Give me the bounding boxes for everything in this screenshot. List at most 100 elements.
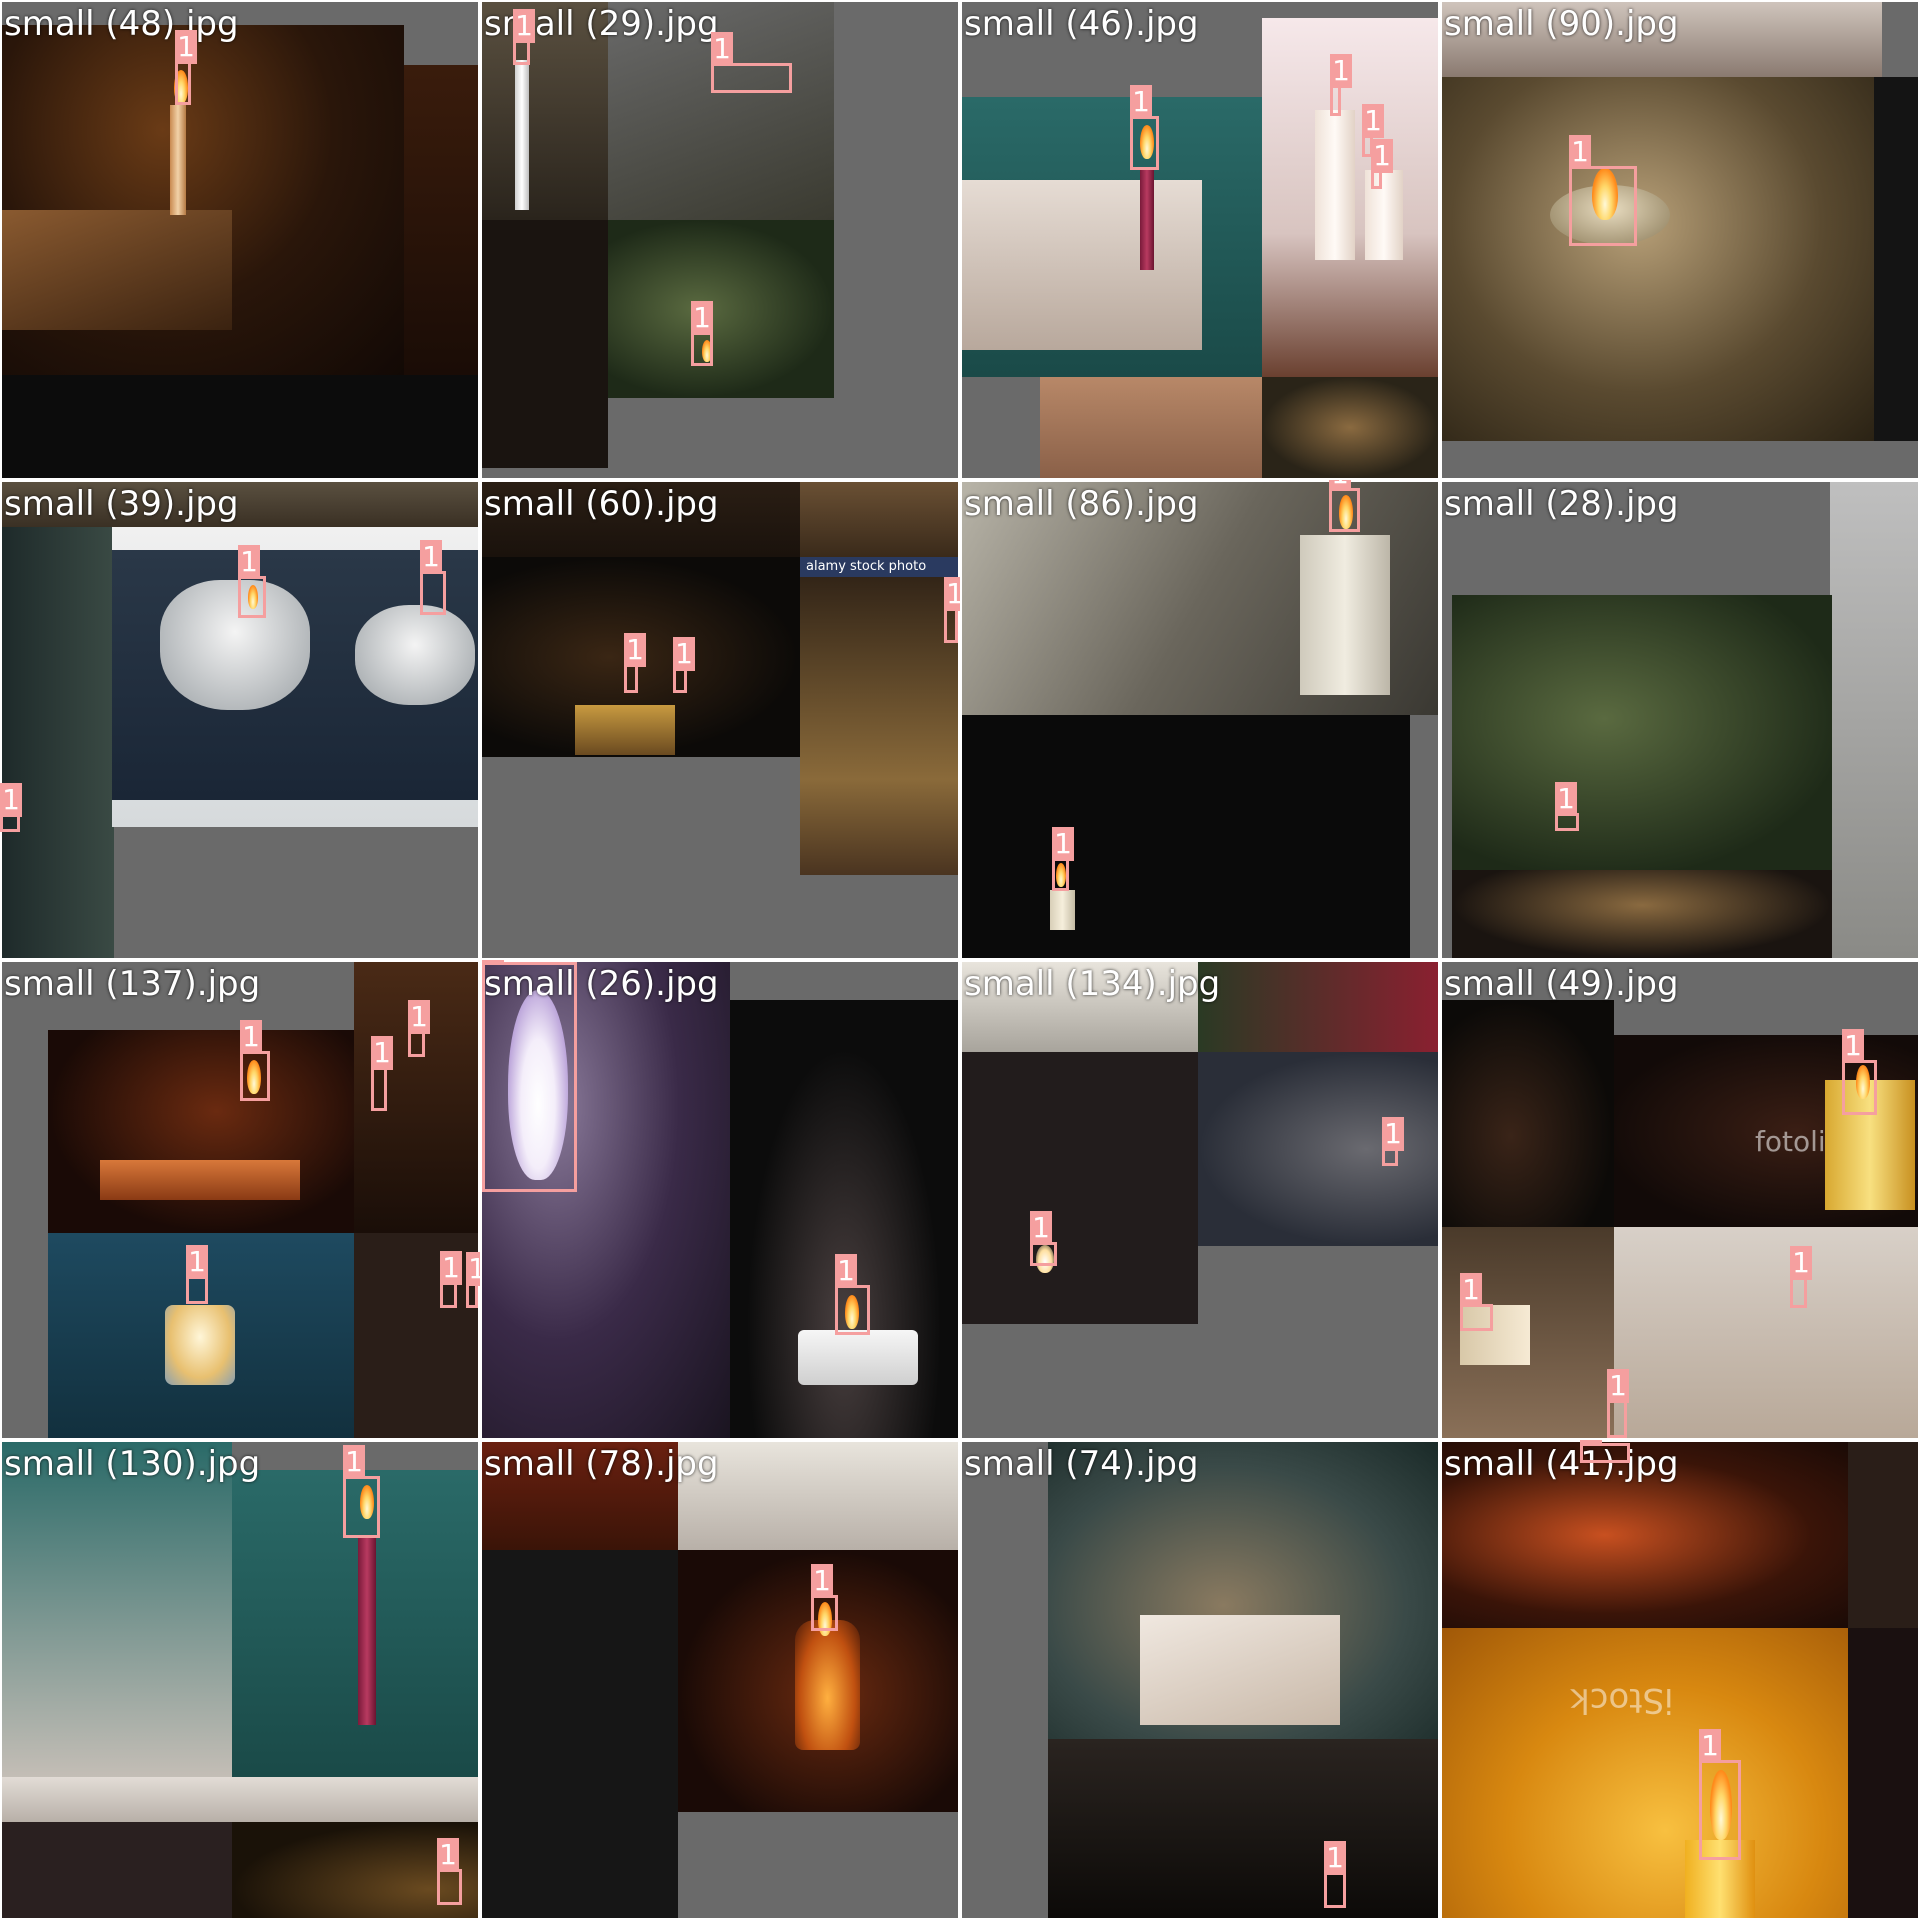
detection-box[interactable]: 1 — [1324, 1841, 1346, 1908]
detection-label: 1 — [1362, 104, 1384, 138]
detection-label: 1 — [0, 783, 22, 817]
detection-box[interactable]: 1 — [513, 9, 535, 65]
detection-box[interactable]: 1 — [691, 301, 713, 366]
detection-label: 1 — [835, 1254, 857, 1288]
detection-box[interactable]: 1 — [175, 30, 197, 105]
image-filename: small (86).jpg — [964, 484, 1199, 524]
detection-box[interactable]: 1 — [1699, 1729, 1741, 1860]
image-filename: small (49).jpg — [1444, 964, 1679, 1004]
detection-box[interactable]: 1 — [944, 577, 960, 643]
photo-tile — [1452, 595, 1832, 870]
photo-tile — [678, 1442, 958, 1550]
detection-box[interactable]: 1 — [1842, 1029, 1877, 1115]
detection-label: 1 — [711, 32, 733, 66]
photo-tile — [1442, 77, 1874, 441]
detection-label: 1 — [186, 1245, 208, 1279]
detection-box[interactable]: 1 — [1460, 1273, 1493, 1331]
mosaic-cell[interactable]: 1 1 small (134).jpg — [960, 960, 1440, 1440]
detection-box[interactable]: 1 — [1382, 1117, 1404, 1166]
detection-box[interactable]: 1 — [437, 1838, 462, 1905]
candle — [575, 705, 675, 755]
detection-label: 1 — [1790, 1246, 1812, 1280]
detection-box[interactable]: 1 — [440, 1251, 462, 1308]
detection-box[interactable]: 1 — [420, 540, 446, 615]
detection-box[interactable]: 1 — [408, 1000, 430, 1057]
detection-box[interactable]: 1 — [1052, 827, 1074, 891]
detection-label: 1 — [371, 1036, 393, 1070]
detection-label: 1 — [437, 1838, 459, 1872]
detection-box[interactable]: 1 — [1555, 782, 1579, 831]
detection-label: 1 — [1130, 85, 1152, 119]
detection-box[interactable]: 1 — [0, 783, 22, 832]
detection-label: 1 — [175, 30, 197, 64]
detection-box[interactable]: 1 — [482, 960, 577, 1192]
detection-label: 1 — [466, 1252, 480, 1286]
photo-tile — [800, 557, 958, 875]
mosaic-cell[interactable]: 1 1 small (26).jpg — [480, 960, 960, 1440]
photo-tile — [48, 1030, 354, 1233]
candle — [160, 580, 310, 710]
photo-tile — [2, 210, 232, 330]
mosaic-cell[interactable]: 1 small (48).jpg — [0, 0, 480, 480]
detection-box[interactable]: 1 — [1371, 139, 1393, 189]
detection-box[interactable]: 1 — [1569, 135, 1637, 246]
photo-tile — [1442, 1000, 1614, 1227]
mosaic-cell[interactable]: 1 small (28).jpg — [1440, 480, 1920, 960]
detection-label: 1 — [408, 1000, 430, 1034]
candle — [355, 605, 475, 705]
mosaic-cell[interactable]: 1 small (78).jpg — [480, 1440, 960, 1920]
photo-tile — [962, 180, 1202, 350]
detection-box[interactable]: 1 — [343, 1445, 380, 1538]
mosaic-cell[interactable]: 1 1 small (130).jpg — [0, 1440, 480, 1920]
detection-box[interactable]: 1 — [673, 637, 695, 693]
mosaic-cell[interactable]: 1 1 1 1 1 1 small (137).jpg — [0, 960, 480, 1440]
detection-box[interactable]: 1 — [238, 545, 266, 618]
photo-tile — [2, 1442, 232, 1787]
detection-box[interactable]: 1 — [835, 1254, 870, 1335]
photo-tile — [1040, 377, 1262, 478]
detection-label: 1 — [440, 1251, 462, 1285]
candle — [358, 1535, 376, 1725]
photo-tile — [962, 1052, 1198, 1324]
photo-tile — [1848, 1442, 1918, 1628]
detection-box[interactable]: 1 — [624, 633, 646, 693]
detection-box[interactable]: 1 — [1580, 1440, 1630, 1463]
detection-box[interactable]: 1 — [466, 1252, 480, 1308]
image-filename: small (134).jpg — [964, 964, 1221, 1004]
detection-label: 1 — [1607, 1369, 1629, 1403]
mosaic-cell[interactable]: 1 small (74).jpg — [960, 1440, 1440, 1920]
detection-box[interactable]: 1 — [1790, 1246, 1812, 1308]
mosaic-cell[interactable]: alamy stock photo 1 1 1 small (60).jpg — [480, 480, 960, 960]
photo-tile — [1614, 1227, 1918, 1438]
candle — [1300, 535, 1390, 695]
detection-label: 1 — [1580, 1440, 1602, 1446]
detection-box[interactable]: 1 — [240, 1020, 270, 1101]
mosaic-cell[interactable]: 1 1 small (86).jpg — [960, 480, 1440, 960]
detection-box[interactable]: 1 — [1607, 1369, 1629, 1438]
detection-box[interactable]: 1 — [1329, 480, 1360, 532]
image-filename: small (48).jpg — [4, 4, 239, 44]
mosaic-cell[interactable]: 1 1 1 small (29).jpg — [480, 0, 960, 480]
candle — [170, 105, 186, 215]
detection-box[interactable]: 1 — [811, 1564, 838, 1631]
detection-label: 1 — [691, 301, 713, 335]
detection-label: 1 — [343, 1445, 365, 1479]
detection-box[interactable]: 1 — [1130, 85, 1159, 170]
image-filename: small (137).jpg — [4, 964, 261, 1004]
detection-box[interactable]: 1 — [711, 32, 792, 93]
mosaic-cell[interactable]: iStock 1 1 small (41).jpg — [1440, 1440, 1920, 1920]
candle — [1050, 890, 1075, 930]
mosaic-cell[interactable]: 1 small (90).jpg — [1440, 0, 1920, 480]
image-filename: small (130).jpg — [4, 1444, 261, 1484]
detection-box[interactable]: 1 — [1330, 54, 1352, 116]
mosaic-cell[interactable]: 1 1 1 1 small (46).jpg — [960, 0, 1440, 480]
mosaic-cell[interactable]: 1 1 1 small (39).jpg — [0, 480, 480, 960]
detection-box[interactable]: 1 — [1030, 1211, 1057, 1266]
detection-box[interactable]: 1 — [371, 1036, 393, 1111]
detection-label: 1 — [1699, 1729, 1721, 1763]
detection-box[interactable]: 1 — [186, 1245, 208, 1304]
candle — [798, 1330, 918, 1385]
mosaic-cell[interactable]: fotolia 1 1 1 1 small (49).jpg — [1440, 960, 1920, 1440]
stock-watermark: alamy stock photo — [800, 557, 958, 577]
image-filename: small (28).jpg — [1444, 484, 1679, 524]
